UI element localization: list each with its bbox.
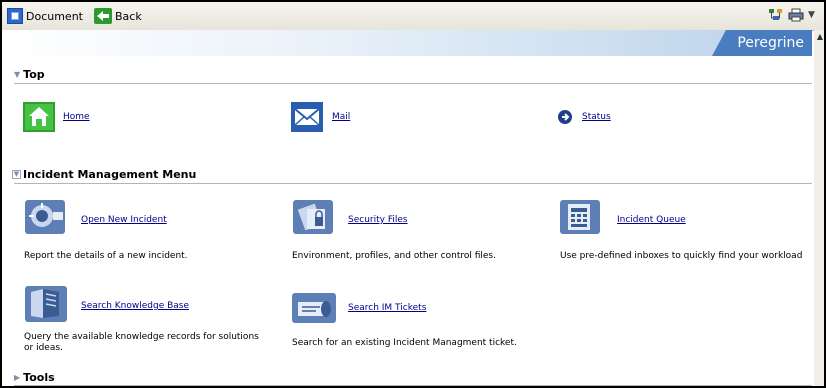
document-label: Document bbox=[26, 9, 83, 23]
brand-tab: Peregrine bbox=[712, 30, 812, 56]
toolbar: Document Back ▼ bbox=[2, 2, 824, 31]
incident-queue-link[interactable]: Incident Queue bbox=[617, 215, 686, 225]
security-files-description: Environment, profiles, and other control… bbox=[292, 251, 496, 261]
document-button[interactable]: Document bbox=[7, 7, 83, 25]
window-frame: Document Back ▼ Peregrine ▲ ▼ Top Home M… bbox=[0, 0, 826, 388]
home-link[interactable]: Home bbox=[63, 112, 90, 122]
back-label: Back bbox=[115, 9, 142, 23]
chevron-down-icon[interactable]: ▼ bbox=[808, 10, 815, 20]
search-knowledge-base-description: Query the available knowledge records fo… bbox=[24, 332, 259, 353]
header-banner: Peregrine bbox=[2, 30, 812, 56]
incident-queue-icon[interactable] bbox=[560, 200, 600, 238]
brand-label: Peregrine bbox=[737, 35, 804, 51]
search-knowledge-base-link[interactable]: Search Knowledge Base bbox=[81, 301, 189, 311]
document-icon bbox=[7, 8, 23, 24]
workflow-icon[interactable] bbox=[768, 8, 784, 25]
section-incident-header[interactable]: ▼ Incident Management Menu bbox=[12, 166, 196, 182]
scrollbar[interactable] bbox=[814, 30, 824, 386]
open-new-incident-description: Report the details of a new incident. bbox=[24, 251, 188, 261]
back-arrow-icon bbox=[94, 8, 112, 24]
home-icon[interactable] bbox=[23, 102, 55, 136]
divider bbox=[14, 183, 812, 184]
print-icon[interactable] bbox=[788, 8, 804, 25]
incident-icon[interactable] bbox=[25, 200, 65, 238]
status-link[interactable]: Status bbox=[582, 112, 611, 122]
mail-link[interactable]: Mail bbox=[332, 112, 350, 122]
search-im-tickets-link[interactable]: Search IM Tickets bbox=[348, 303, 426, 313]
section-tools-title: Tools bbox=[23, 370, 55, 384]
scroll-up-icon[interactable]: ▲ bbox=[817, 32, 823, 41]
open-new-incident-link[interactable]: Open New Incident bbox=[81, 215, 167, 225]
expand-triangle-icon: ▼ bbox=[14, 69, 21, 79]
back-button[interactable]: Back bbox=[94, 7, 142, 25]
search-im-tickets-description: Search for an existing Incident Managmen… bbox=[292, 338, 517, 348]
section-incident-title: Incident Management Menu bbox=[23, 167, 197, 181]
incident-queue-description: Use pre-defined inboxes to quickly find … bbox=[560, 251, 803, 261]
security-files-link[interactable]: Security Files bbox=[348, 215, 408, 225]
collapsed-triangle-icon: ▶ bbox=[14, 372, 21, 382]
section-tools-header[interactable]: ▶ Tools bbox=[14, 369, 55, 385]
section-top-title: Top bbox=[23, 67, 45, 81]
divider bbox=[14, 83, 812, 84]
section-top-header[interactable]: ▼ Top bbox=[14, 66, 45, 82]
knowledge-base-icon[interactable] bbox=[25, 286, 67, 326]
security-files-icon[interactable] bbox=[293, 200, 333, 238]
arrow-right-circle-icon[interactable] bbox=[558, 109, 572, 128]
divider bbox=[14, 385, 812, 386]
mail-icon[interactable] bbox=[291, 102, 323, 136]
search-tickets-icon[interactable] bbox=[292, 293, 336, 327]
collapse-toggle-icon: ▼ bbox=[12, 169, 21, 179]
